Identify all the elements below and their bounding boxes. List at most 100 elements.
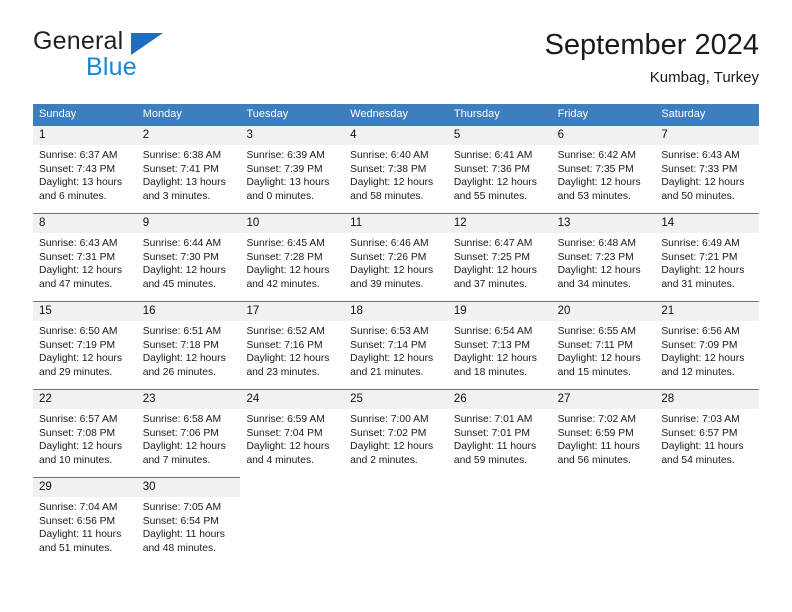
sunrise-text: Sunrise: 7:04 AM [39,502,118,513]
sunset-text: Sunset: 7:06 PM [142,427,219,439]
daylight-text-line1: Daylight: 13 hours [246,177,330,189]
sunrise-text: Sunrise: 6:46 AM [350,238,429,249]
calendar-day-cell[interactable]: 12 Sunrise: 6:47 AM Sunset: 7:25 PM Dayligh… [447,213,552,301]
daylight-text-line1: Daylight: 12 hours [350,441,434,453]
sunrise-text: Sunrise: 7:00 AM [350,414,429,425]
daylight-text-line2: and 54 minutes. [661,454,735,466]
weekday-header-row: Sunday Monday Tuesday Wednesday Thursday Frid… [33,104,759,125]
day-number: 6 [551,126,656,145]
sunset-text: Sunset: 7:30 PM [142,251,219,263]
sunset-text: Sunset: 7:18 PM [142,339,219,351]
calendar-day-cell[interactable]: 7 Sunrise: 6:43 AM Sunset: 7:33 PM Daylight… [655,125,760,213]
sunset-text: Sunset: 6:57 PM [661,427,738,439]
calendar-day-cell[interactable]: 21 Sunrise: 6:56 AM Sunset: 7:09 PM Dayligh… [655,301,760,389]
sunset-text: Sunset: 7:35 PM [557,163,634,175]
day-number: 12 [447,214,552,233]
day-details: Sunrise: 7:02 AM Sunset: 6:59 PM Daylight:… [552,409,656,467]
daylight-text-line1: Daylight: 12 hours [557,353,641,365]
calendar-day-cell[interactable]: 10 Sunrise: 6:45 AM Sunset: 7:28 PM Dayligh… [240,213,345,301]
daylight-text-line2: and 26 minutes. [142,366,216,378]
calendar-day-cell[interactable]: 23 Sunrise: 6:58 AM Sunset: 7:06 PM Dayligh… [136,389,241,477]
calendar-day-cell[interactable]: 6 Sunrise: 6:42 AM Sunset: 7:35 PM Daylight… [551,125,656,213]
day-details: Sunrise: 6:57 AM Sunset: 7:08 PM Daylight:… [33,409,137,467]
calendar-day-cell[interactable]: 28 Sunrise: 7:03 AM Sunset: 6:57 PM Dayligh… [655,389,760,477]
daylight-text-line1: Daylight: 12 hours [453,177,537,189]
day-number [344,477,448,496]
calendar-day-cell[interactable]: 25 Sunrise: 7:00 AM Sunset: 7:02 PM Dayligh… [344,389,448,477]
calendar-day-cell[interactable]: 3 Sunrise: 6:39 AM Sunset: 7:39 PM Daylight… [240,125,345,213]
calendar-day-cell[interactable]: 18 Sunrise: 6:53 AM Sunset: 7:14 PM Dayligh… [344,301,448,389]
sunrise-text: Sunrise: 7:02 AM [557,414,637,425]
calendar-day-cell[interactable]: 27 Sunrise: 7:02 AM Sunset: 6:59 PM Dayligh… [551,389,656,477]
sunset-text: Sunset: 7:31 PM [39,251,116,263]
logo-text-blue: Blue [86,53,137,81]
calendar-day-cell[interactable]: 11 Sunrise: 6:46 AM Sunset: 7:26 PM Dayligh… [344,213,448,301]
day-number: 3 [240,126,345,145]
calendar-day-cell[interactable]: 16 Sunrise: 6:51 AM Sunset: 7:18 PM Dayligh… [136,301,241,389]
day-details: Sunrise: 6:41 AM Sunset: 7:36 PM Daylight:… [448,145,552,203]
daylight-text-line2: and 7 minutes. [142,454,211,466]
calendar-day-cell[interactable]: 14 Sunrise: 6:49 AM Sunset: 7:21 PM Dayligh… [655,213,760,301]
month-calendar: Sunday Monday Tuesday Wednesday Thursday Frid… [33,104,760,565]
daylight-text-line2: and 0 minutes. [246,190,314,202]
daylight-text-line1: Daylight: 11 hours [39,529,122,541]
daylight-text-line2: and 58 minutes. [350,190,424,202]
day-details: Sunrise: 6:54 AM Sunset: 7:13 PM Daylight:… [448,321,552,379]
calendar-day-cell[interactable]: 1 Sunrise: 6:37 AM Sunset: 7:43 PM Daylight… [33,125,137,213]
calendar-day-cell[interactable]: 17 Sunrise: 6:52 AM Sunset: 7:16 PM Dayligh… [240,301,345,389]
day-details [240,496,344,500]
daylight-text-line2: and 10 minutes. [39,454,113,466]
calendar-day-cell[interactable]: 9 Sunrise: 6:44 AM Sunset: 7:30 PM Daylight… [136,213,241,301]
sunrise-text: Sunrise: 7:05 AM [142,502,222,513]
calendar-day-cell[interactable]: 15 Sunrise: 6:50 AM Sunset: 7:19 PM Dayligh… [33,301,137,389]
general-blue-logo[interactable]: General Blue [33,27,263,89]
calendar-week-row: 8 Sunrise: 6:43 AM Sunset: 7:31 PM Daylight… [33,213,760,301]
calendar-day-cell[interactable]: 29 Sunrise: 7:04 AM Sunset: 6:56 PM Dayligh… [33,477,137,565]
calendar-day-cell[interactable]: 2 Sunrise: 6:38 AM Sunset: 7:41 PM Daylight… [136,125,241,213]
calendar-day-cell[interactable]: 24 Sunrise: 6:59 AM Sunset: 7:04 PM Dayligh… [240,389,345,477]
calendar-day-cell-empty [655,477,759,565]
daylight-text-line2: and 48 minutes. [142,542,216,554]
daylight-text-line2: and 23 minutes. [246,366,320,378]
day-details [552,496,656,500]
calendar-day-cell[interactable]: 4 Sunrise: 6:40 AM Sunset: 7:38 PM Daylight… [344,125,448,213]
day-number: 8 [33,214,137,233]
calendar-day-cell[interactable]: 13 Sunrise: 6:48 AM Sunset: 7:23 PM Dayligh… [551,213,656,301]
daylight-text-line2: and 6 minutes. [39,190,107,202]
daylight-text-line1: Daylight: 12 hours [661,177,745,189]
weekday-header-sunday: Sunday [39,108,77,120]
day-number: 22 [33,390,137,409]
day-details [344,496,448,500]
day-details: Sunrise: 6:49 AM Sunset: 7:21 PM Daylight:… [655,233,759,291]
day-number: 28 [655,390,760,409]
calendar-day-cell-empty [552,477,656,565]
calendar-day-cell[interactable]: 8 Sunrise: 6:43 AM Sunset: 7:31 PM Daylight… [33,213,137,301]
sunset-text: Sunset: 7:28 PM [246,251,323,263]
daylight-text-line1: Daylight: 11 hours [557,441,640,453]
day-details: Sunrise: 6:50 AM Sunset: 7:19 PM Daylight:… [33,321,137,379]
calendar-day-cell[interactable]: 22 Sunrise: 6:57 AM Sunset: 7:08 PM Dayligh… [33,389,137,477]
day-details: Sunrise: 7:00 AM Sunset: 7:02 PM Daylight:… [344,409,448,467]
day-details: Sunrise: 6:45 AM Sunset: 7:28 PM Daylight:… [240,233,344,291]
calendar-day-cell[interactable]: 30 Sunrise: 7:05 AM Sunset: 6:54 PM Dayligh… [136,477,241,565]
calendar-day-cell[interactable]: 26 Sunrise: 7:01 AM Sunset: 7:01 PM Dayligh… [447,389,552,477]
calendar-day-cell[interactable]: 20 Sunrise: 6:55 AM Sunset: 7:11 PM Dayligh… [551,301,656,389]
calendar-day-cell[interactable]: 19 Sunrise: 6:54 AM Sunset: 7:13 PM Dayligh… [447,301,552,389]
day-number: 11 [344,214,448,233]
daylight-text-line1: Daylight: 12 hours [661,353,745,365]
sunrise-text: Sunrise: 6:51 AM [142,326,222,337]
sunset-text: Sunset: 7:33 PM [661,163,738,175]
daylight-text-line1: Daylight: 12 hours [350,265,434,277]
day-number: 17 [240,302,345,321]
day-number: 20 [551,302,656,321]
day-number [655,477,759,496]
day-number: 7 [655,126,760,145]
sunset-text: Sunset: 6:59 PM [557,427,634,439]
sunrise-text: Sunrise: 6:40 AM [350,150,429,161]
weekday-header-tuesday: Tuesday [246,108,289,120]
calendar-day-cell[interactable]: 5 Sunrise: 6:41 AM Sunset: 7:36 PM Daylight… [447,125,552,213]
day-number: 27 [551,390,656,409]
sunrise-text: Sunrise: 6:43 AM [661,150,740,161]
daylight-text-line1: Daylight: 12 hours [39,353,122,365]
daylight-text-line1: Daylight: 12 hours [39,265,122,277]
